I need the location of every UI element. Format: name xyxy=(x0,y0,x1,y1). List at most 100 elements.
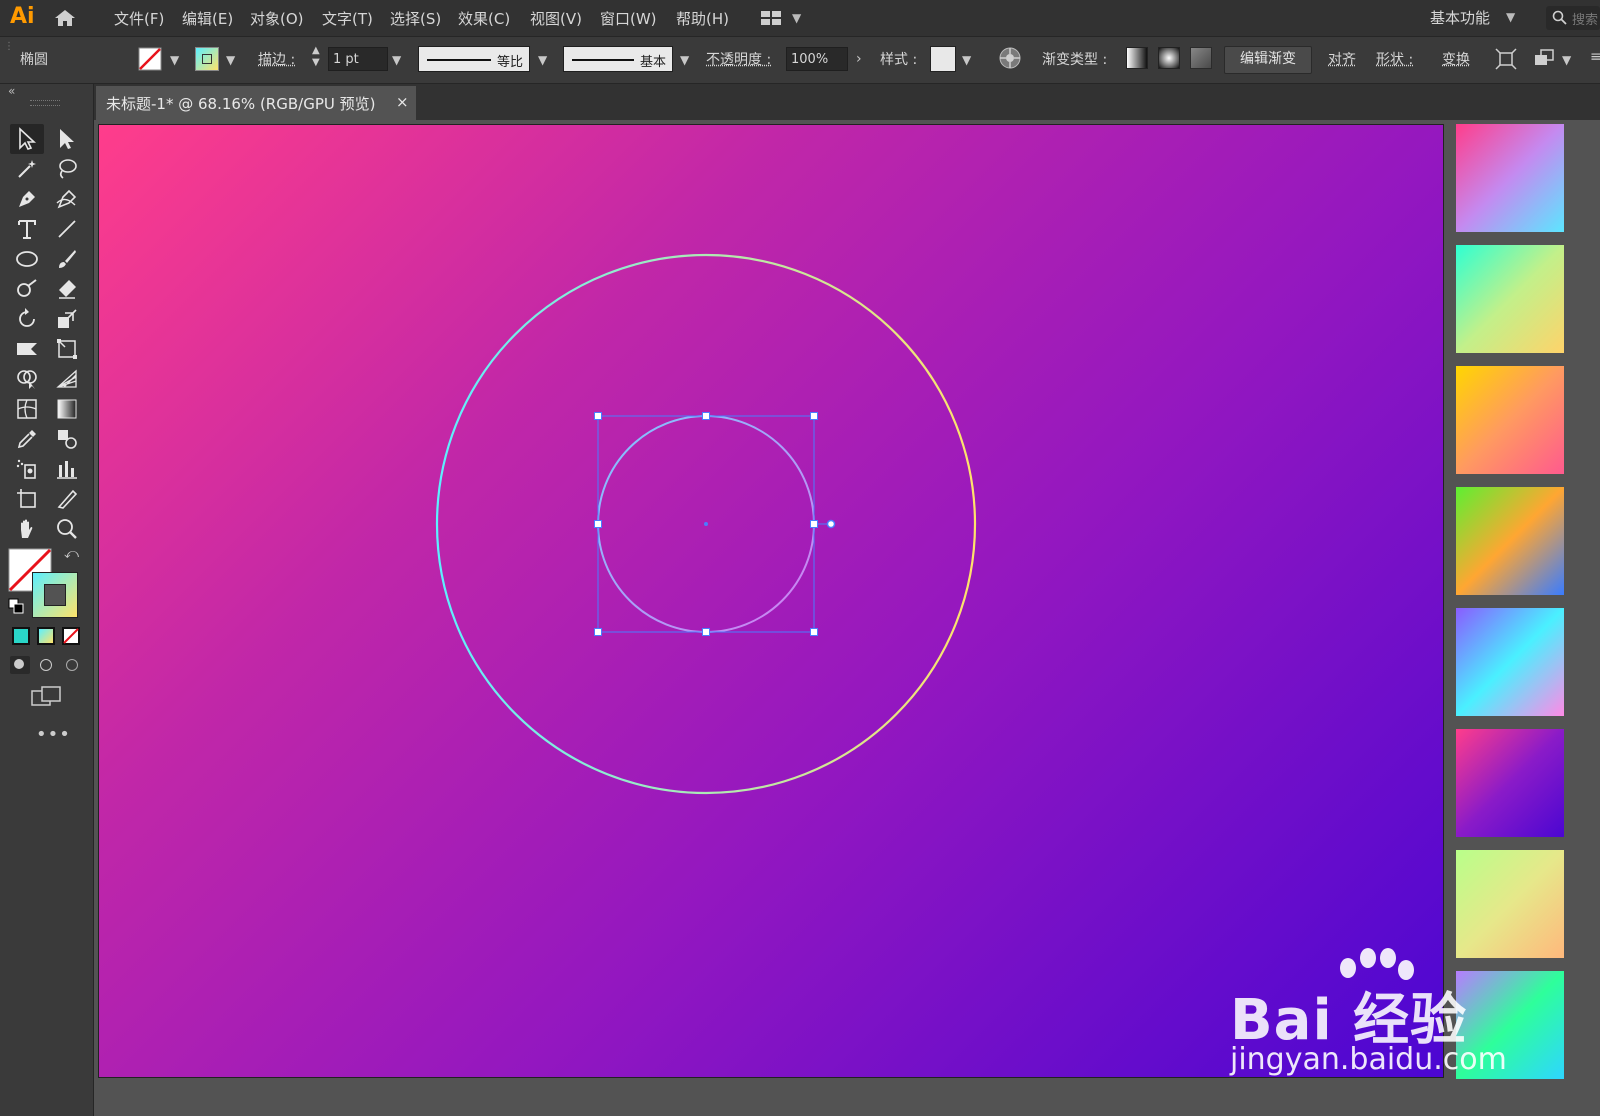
chevron-down-icon[interactable]: ▼ xyxy=(170,53,179,67)
grip-icon[interactable] xyxy=(30,100,60,106)
graphic-style-swatch[interactable] xyxy=(930,46,956,72)
resize-handle-top[interactable] xyxy=(703,413,710,420)
magic-wand-tool-icon[interactable] xyxy=(14,157,40,181)
fill-none-swatch[interactable] xyxy=(138,47,162,71)
workspace-switcher[interactable]: 基本功能 xyxy=(1430,7,1490,28)
resize-handle-bottom[interactable] xyxy=(703,629,710,636)
close-icon[interactable]: × xyxy=(396,93,409,111)
gradient-tool-icon[interactable] xyxy=(54,397,80,421)
menu-view[interactable]: 视图(V) xyxy=(530,8,582,29)
arrange-documents-icon[interactable] xyxy=(760,10,782,26)
column-graph-tool-icon[interactable] xyxy=(54,457,80,481)
ellipse-tool-icon[interactable] xyxy=(14,247,40,271)
transform-link[interactable]: 变换 xyxy=(1442,49,1470,69)
stroke-stepper-icon[interactable]: ▲ ▼ xyxy=(312,45,320,69)
shape-builder-tool-icon[interactable] xyxy=(14,367,40,391)
gradient-swatch-1[interactable] xyxy=(1456,124,1564,232)
hand-tool-icon[interactable] xyxy=(14,517,40,541)
resize-handle-right[interactable] xyxy=(811,521,818,528)
chevron-down-icon[interactable]: ▼ xyxy=(226,53,235,67)
lasso-tool-icon[interactable] xyxy=(54,157,80,181)
menu-type[interactable]: 文字(T) xyxy=(322,8,373,29)
brush-definition[interactable]: 基本 xyxy=(563,46,673,72)
blend-tool-icon[interactable] xyxy=(54,427,80,451)
menu-help[interactable]: 帮助(H) xyxy=(676,8,729,29)
menu-select[interactable]: 选择(S) xyxy=(390,8,441,29)
radial-gradient-type-button[interactable] xyxy=(1158,47,1180,69)
panel-menu-icon[interactable]: ≡ xyxy=(1590,49,1600,65)
width-tool-icon[interactable] xyxy=(14,337,40,361)
arrange-icon[interactable] xyxy=(1532,47,1556,71)
gradient-swatch-3[interactable] xyxy=(1456,366,1564,474)
gradient-swatch-2[interactable] xyxy=(1456,245,1564,353)
menu-edit[interactable]: 编辑(E) xyxy=(182,8,233,29)
artboard-tool-icon[interactable] xyxy=(14,487,40,511)
perspective-grid-tool-icon[interactable] xyxy=(54,367,80,391)
chevron-down-icon[interactable]: ▼ xyxy=(962,53,971,67)
menu-object[interactable]: 对象(O) xyxy=(250,8,304,29)
color-mode-icon[interactable] xyxy=(12,627,30,645)
stroke-gradient-icon[interactable] xyxy=(32,572,78,618)
align-link[interactable]: 对齐 xyxy=(1328,49,1356,69)
eraser-tool-icon[interactable] xyxy=(54,277,80,301)
draw-inside-icon[interactable] xyxy=(62,656,82,674)
artboard[interactable] xyxy=(98,124,1444,1078)
stroke-weight-field[interactable]: 1 pt xyxy=(328,47,388,71)
type-tool-icon[interactable] xyxy=(14,217,40,241)
rotate-tool-icon[interactable] xyxy=(14,307,40,331)
gradient-swatch-5[interactable] xyxy=(1456,608,1564,716)
eyedropper-tool-icon[interactable] xyxy=(14,427,40,451)
chevron-down-icon[interactable]: ▼ xyxy=(792,11,801,25)
home-icon[interactable] xyxy=(54,9,76,27)
edit-toolbar-icon[interactable]: ••• xyxy=(36,724,71,745)
menu-file[interactable]: 文件(F) xyxy=(114,8,164,29)
resize-handle-bottom-left[interactable] xyxy=(595,629,602,636)
chevron-down-icon[interactable]: ▼ xyxy=(680,53,689,67)
screen-mode-icon[interactable] xyxy=(30,685,62,709)
edit-gradient-button[interactable]: 编辑渐变 xyxy=(1224,46,1312,74)
swap-fill-stroke-icon[interactable]: ⤺ xyxy=(64,546,79,562)
document-tab[interactable]: 未标题-1* @ 68.16% (RGB/GPU 预览) × xyxy=(96,86,416,120)
resize-handle-bottom-right[interactable] xyxy=(811,629,818,636)
stroke-label[interactable]: 描边 : xyxy=(258,49,295,69)
gradient-swatch-7[interactable] xyxy=(1456,850,1564,958)
chevron-down-icon[interactable]: ▼ xyxy=(538,53,547,67)
symbol-sprayer-tool-icon[interactable] xyxy=(14,457,40,481)
menu-window[interactable]: 窗口(W) xyxy=(600,8,657,29)
shaper-tool-icon[interactable] xyxy=(14,277,40,301)
mesh-tool-icon[interactable] xyxy=(14,397,40,421)
isolate-selection-icon[interactable] xyxy=(1494,47,1518,71)
pen-tool-icon[interactable] xyxy=(14,187,40,211)
default-fill-stroke-icon[interactable] xyxy=(8,598,24,614)
resize-handle-top-right[interactable] xyxy=(811,413,818,420)
none-mode-icon[interactable] xyxy=(62,627,80,645)
chevron-down-icon[interactable]: ▼ xyxy=(1562,53,1571,67)
resize-handle-left[interactable] xyxy=(595,521,602,528)
gradient-swatch-4[interactable] xyxy=(1456,487,1564,595)
freeform-gradient-type-button[interactable] xyxy=(1190,47,1212,69)
opacity-label[interactable]: 不透明度 : xyxy=(706,49,771,69)
menu-effect[interactable]: 效果(C) xyxy=(458,8,510,29)
line-segment-tool-icon[interactable] xyxy=(54,217,80,241)
gradient-swatch-6[interactable] xyxy=(1456,729,1564,837)
zoom-tool-icon[interactable] xyxy=(54,517,80,541)
chevron-down-icon[interactable]: ▼ xyxy=(392,53,401,67)
gradient-mode-icon[interactable] xyxy=(37,627,55,645)
variable-width-profile[interactable]: 等比 xyxy=(418,46,530,72)
draw-normal-icon[interactable] xyxy=(10,656,30,674)
chevron-down-icon[interactable]: ▼ xyxy=(1506,10,1515,24)
stroke-gradient-swatch[interactable] xyxy=(195,47,219,71)
scale-tool-icon[interactable] xyxy=(54,307,80,331)
recolor-artwork-icon[interactable] xyxy=(998,46,1022,70)
pie-widget-handle[interactable] xyxy=(828,521,835,528)
draw-behind-icon[interactable] xyxy=(36,656,56,674)
free-transform-tool-icon[interactable] xyxy=(54,337,80,361)
chevron-right-icon[interactable]: › xyxy=(856,51,862,67)
opacity-field[interactable]: 100% xyxy=(786,47,848,71)
direct-selection-tool-icon[interactable] xyxy=(54,127,80,151)
resize-handle-top-left[interactable] xyxy=(595,413,602,420)
curvature-tool-icon[interactable] xyxy=(54,187,80,211)
shape-link[interactable]: 形状 : xyxy=(1376,49,1413,69)
grip-icon[interactable]: ⋮ xyxy=(4,41,14,52)
slice-tool-icon[interactable] xyxy=(54,487,80,511)
